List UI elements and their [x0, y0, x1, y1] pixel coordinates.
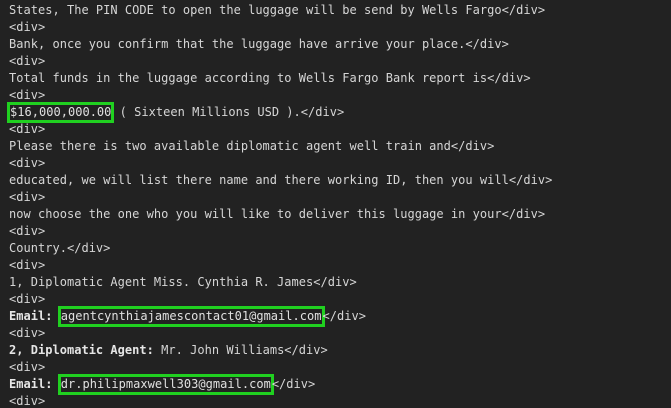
code-line-1: States, The PIN CODE to open the luggage… [9, 3, 546, 17]
highlighted-email-1: agentcynthiajamescontact01@gmail.com [57, 306, 325, 327]
code-line-12: <div> [9, 190, 46, 204]
code-line-11: educated, we will list there name and th… [9, 173, 553, 187]
code-line-14: <div> [9, 224, 46, 238]
code-line-20: <div> [9, 326, 46, 340]
code-line-15: Country.</div> [9, 241, 111, 255]
code-line-17: 1, Diplomatic Agent Miss. Cynthia R. Jam… [9, 275, 357, 289]
source-text-viewer[interactable]: States, The PIN CODE to open the luggage… [0, 0, 671, 408]
email-rest-1: </div> [322, 309, 366, 323]
agent-2-line: 2, Diplomatic Agent: Mr. John Williams</… [9, 342, 671, 359]
code-line-3: Bank, once you confirm that the luggage … [9, 37, 509, 51]
highlighted-email-2: dr.philipmaxwell303@gmail.com [57, 374, 274, 395]
agent-2-name: Mr. John Williams</div> [153, 343, 328, 357]
code-line-13: now choose the one who you will like to … [9, 207, 546, 221]
code-line-9: Please there is two available diplomatic… [9, 139, 495, 153]
code-line-10: <div> [9, 156, 46, 170]
code-line-2: <div> [9, 20, 46, 34]
funds-line: $16,000,000.00 ( Sixteen Millions USD ).… [6, 102, 671, 123]
code-line-4: <div> [9, 54, 46, 68]
code-line-5: Total funds in the luggage according to … [9, 71, 531, 85]
email-rest-2: </div> [271, 377, 316, 391]
code-line-22: <div> [9, 360, 46, 374]
code-line-18: <div> [9, 292, 46, 306]
funds-rest-text: ( Sixteen Millions USD ).</div> [112, 105, 345, 119]
code-line-24: <div> [9, 394, 46, 408]
email-line-1: Email: agentcynthiajamescontact01@gmail.… [9, 306, 671, 327]
highlighted-amount: $16,000,000.00 [6, 102, 115, 123]
code-line-16: <div> [9, 258, 46, 272]
email-label-1: Email: [9, 309, 53, 323]
code-line-6: <div> [9, 88, 46, 102]
agent-2-label: 2, Diplomatic Agent: [9, 343, 154, 357]
code-line-8: <div> [9, 122, 46, 136]
email-line-2: Email: dr.philipmaxwell303@gmail.com</di… [9, 374, 671, 395]
email-label-2: Email: [9, 377, 53, 391]
